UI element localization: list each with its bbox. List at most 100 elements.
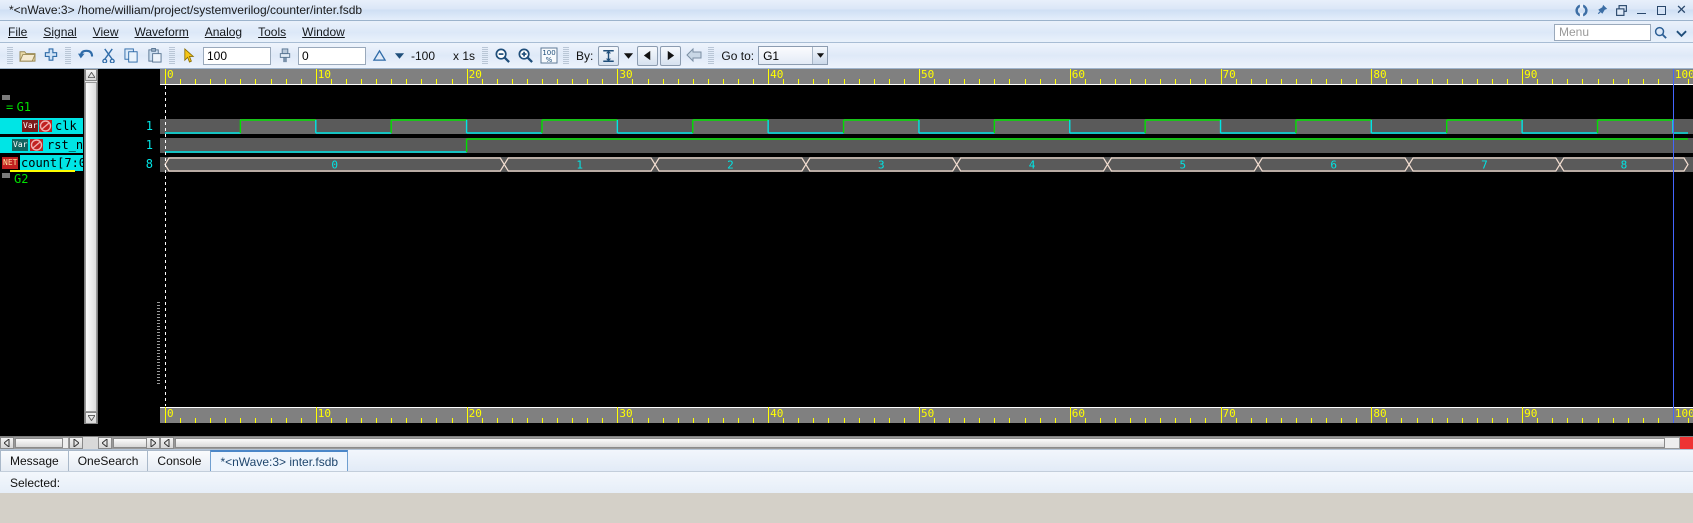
tab-onesearch[interactable]: OneSearch <box>67 450 149 471</box>
cut-icon[interactable] <box>97 45 120 67</box>
signal-name-pane[interactable]: = G1 Var clk Var rst_n NET count[7:0 G2 <box>0 69 83 436</box>
zoom-out-icon[interactable] <box>491 45 514 67</box>
menu-tools[interactable]: Tools <box>250 23 294 41</box>
ruler-minor-tick <box>1039 79 1041 84</box>
toolbar-grip-4[interactable] <box>482 47 489 64</box>
goto-combo[interactable]: G1 <box>758 46 829 65</box>
waveform-canvas[interactable]: 0 10 20 30 40 50 60 70 80 90 100 0 1 2 3 4 5 6 7 8 0 10 20 30… <box>160 69 1693 436</box>
hscroll-left-arrow-icon-3[interactable] <box>160 437 174 449</box>
menu-signal[interactable]: Signal <box>35 23 84 41</box>
menu-search-input[interactable]: Menu <box>1554 24 1651 41</box>
by-chevron-down-icon[interactable] <box>620 45 636 67</box>
scroll-down-arrow-icon[interactable] <box>85 412 97 424</box>
waveform-row-count[interactable]: 0 1 2 3 4 5 6 7 8 <box>160 154 1693 173</box>
hscroll-left-arrow-icon[interactable] <box>0 437 14 449</box>
brush-icon[interactable] <box>273 45 296 67</box>
hscroll-resize-grip[interactable] <box>1680 437 1693 449</box>
timeline-ruler-top[interactable]: 0 10 20 30 40 50 60 70 80 90 100 <box>160 69 1693 85</box>
ruler-minor-tick <box>572 418 574 423</box>
close-button[interactable]: ✕ <box>1672 2 1691 20</box>
ruler-minor-tick <box>526 79 528 84</box>
toolbar-grip[interactable] <box>7 47 13 64</box>
ruler-minor-tick <box>1582 418 1584 423</box>
signal-row-clk[interactable]: Var clk <box>0 116 83 135</box>
tab-message[interactable]: Message <box>0 450 69 471</box>
toolbar-grip-2[interactable] <box>65 47 71 64</box>
menu-analog[interactable]: Analog <box>197 23 250 41</box>
ruler-minor-tick <box>858 79 860 84</box>
tab-nwave-inter-fsdb[interactable]: *<nWave:3> inter.fsdb <box>210 450 349 471</box>
signal-pane-vscrollbar[interactable] <box>84 69 98 424</box>
name-pane-hscroll[interactable] <box>0 437 83 449</box>
hscroll-thumb-names[interactable] <box>15 438 63 448</box>
hscroll-left-arrow-icon-2[interactable] <box>98 437 112 449</box>
prev-edge-icon[interactable] <box>637 45 659 66</box>
svg-text:4: 4 <box>1029 159 1036 172</box>
scroll-up-arrow-icon[interactable] <box>85 69 97 81</box>
ruler-minor-tick <box>541 418 543 423</box>
undo-icon[interactable] <box>74 45 97 67</box>
minimize-button[interactable] <box>1632 2 1651 20</box>
bottom-tab-bar: Message OneSearch Console *<nWave:3> int… <box>0 449 1693 471</box>
ruler-minor-tick <box>1627 418 1629 423</box>
menu-search-icon[interactable] <box>1651 24 1669 41</box>
toolbar-grip-6[interactable] <box>708 47 715 64</box>
marker-chevron-down-icon[interactable] <box>391 45 407 67</box>
zoom-value-input[interactable]: 100 <box>203 46 271 65</box>
paste-icon[interactable] <box>143 45 166 67</box>
ruler-minor-tick <box>903 79 905 84</box>
menu-view[interactable]: View <box>85 23 127 41</box>
offset-value-input[interactable]: 0 <box>298 46 366 65</box>
toolbar-grip-5[interactable] <box>563 47 570 64</box>
hscroll-thumb-values[interactable] <box>113 438 147 448</box>
history-back-icon[interactable] <box>682 45 705 67</box>
waveform-row-clk[interactable] <box>160 116 1693 135</box>
ruler-minor-tick <box>1311 79 1313 84</box>
ruler-minor-tick <box>662 418 664 423</box>
scroll-thumb[interactable] <box>85 82 97 412</box>
pointer-cursor-icon[interactable] <box>178 45 201 67</box>
time-cursor[interactable] <box>1672 69 1674 423</box>
triangle-marker-icon[interactable] <box>368 45 391 67</box>
value-pane-hscroll[interactable] <box>98 437 160 449</box>
ruler-minor-tick <box>1190 418 1192 423</box>
ruler-minor-tick <box>888 79 890 84</box>
hscroll-thumb-wave[interactable] <box>175 438 1665 448</box>
copy-icon[interactable] <box>120 45 143 67</box>
waveform-body[interactable]: 0 1 2 3 4 5 6 7 8 <box>160 86 1693 406</box>
ruler-minor-tick <box>1476 418 1478 423</box>
toolbar-grip-3[interactable] <box>169 47 175 64</box>
menu-waveform[interactable]: Waveform <box>127 23 197 41</box>
signal-edge-icon[interactable] <box>598 45 620 66</box>
timeline-ruler-bottom[interactable]: 0 10 20 30 40 50 60 70 80 90 100 <box>160 407 1693 423</box>
ruler-minor-tick <box>285 79 287 84</box>
menu-window[interactable]: Window <box>294 23 353 41</box>
next-edge-icon[interactable] <box>660 45 682 66</box>
signal-value-pane[interactable]: 1 1 8 <box>98 69 160 436</box>
ruler-label: 10 <box>317 69 332 81</box>
group-expand-icon[interactable]: = <box>6 100 13 114</box>
pin-icon[interactable] <box>1592 2 1611 20</box>
restore-icon[interactable] <box>1612 2 1631 20</box>
folder-open-icon[interactable] <box>16 45 39 67</box>
goto-chevron-down-icon[interactable] <box>812 47 828 64</box>
waveform-hscroll[interactable] <box>160 437 1693 449</box>
ruler-minor-tick <box>828 418 830 423</box>
zoom-100-percent-icon[interactable]: 100% <box>537 45 560 67</box>
menu-file[interactable]: File <box>0 23 35 41</box>
tab-console[interactable]: Console <box>147 450 212 471</box>
ruler-label: 60 <box>1071 69 1085 81</box>
maximize-button[interactable] <box>1652 2 1671 20</box>
menu-overflow-chevron-down-icon[interactable] <box>1676 27 1687 41</box>
bottom-scrollbar-row <box>0 436 1693 449</box>
ruler-minor-tick <box>1461 418 1463 423</box>
hscroll-right-arrow-icon[interactable] <box>69 437 83 449</box>
add-signal-icon[interactable] <box>39 45 62 67</box>
group-bottom-label[interactable]: G2 <box>14 172 28 186</box>
zoom-in-icon[interactable] <box>514 45 537 67</box>
sync-icon[interactable] <box>1572 2 1591 20</box>
group-top-label[interactable]: = G1 <box>6 100 31 114</box>
waveform-row-rst_n[interactable] <box>160 135 1693 154</box>
signal-row-rst_n[interactable]: Var rst_n <box>0 135 83 154</box>
hscroll-right-arrow-icon-2[interactable] <box>146 437 160 449</box>
